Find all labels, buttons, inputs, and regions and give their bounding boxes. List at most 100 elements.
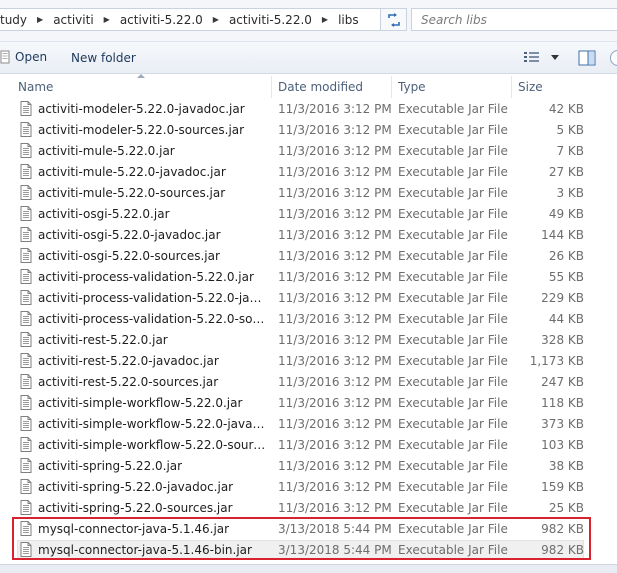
file-date-modified: 11/3/2016 3:12 PM — [278, 123, 392, 137]
column-header-name[interactable]: Name — [13, 74, 270, 98]
file-type: Executable Jar File — [398, 501, 508, 515]
breadcrumb-separator-icon[interactable]: ▶ — [102, 15, 112, 24]
jar-file-icon — [20, 416, 32, 434]
file-row[interactable]: activiti-mule-5.22.0-javadoc.jar 11/3/201… — [0, 161, 617, 182]
jar-file-icon — [20, 500, 32, 518]
file-date-modified: 11/3/2016 3:12 PM — [278, 102, 392, 116]
file-type: Executable Jar File — [398, 480, 508, 494]
file-row[interactable]: activiti-modeler-5.22.0-javadoc.jar 11/3/… — [0, 98, 617, 119]
breadcrumb-item[interactable]: libs — [330, 13, 367, 27]
file-date-modified: 11/3/2016 3:12 PM — [278, 270, 392, 284]
file-row[interactable]: activiti-osgi-5.22.0.jar 11/3/2016 3:12 P… — [0, 203, 617, 224]
file-size: 3 KB — [556, 186, 584, 200]
breadcrumb-separator-icon[interactable]: ▶ — [211, 15, 221, 24]
view-options-icon — [524, 52, 539, 62]
file-name: activiti-osgi-5.22.0-javadoc.jar — [38, 228, 221, 242]
jar-file-icon — [20, 353, 32, 371]
address-bar[interactable]: tudy ▶ activiti ▶ activiti-5.22.0 ▶ activiti-5… — [0, 8, 405, 31]
help-icon[interactable] — [610, 50, 617, 66]
change-view-button[interactable] — [523, 51, 559, 63]
file-row[interactable]: activiti-simple-workflow-5.22.0.jar 11/3/… — [0, 392, 617, 413]
jar-file-icon — [20, 437, 32, 455]
breadcrumb-label: activiti-5.22.0 — [228, 12, 312, 27]
file-date-modified: 11/3/2016 3:12 PM — [278, 396, 392, 410]
file-size: 44 KB — [548, 312, 584, 326]
open-button-label: Open — [15, 50, 48, 64]
file-name: activiti-osgi-5.22.0.jar — [38, 207, 170, 221]
jar-file-icon — [20, 101, 32, 119]
file-type: Executable Jar File — [398, 186, 508, 200]
file-name: activiti-process-validation-5.22.0-sourc… — [38, 312, 266, 326]
file-size: 49 KB — [548, 207, 584, 221]
column-header-size[interactable]: Size — [513, 74, 613, 98]
file-name: activiti-rest-5.22.0.jar — [38, 333, 168, 347]
file-name: activiti-osgi-5.22.0-sources.jar — [38, 249, 220, 263]
search-box[interactable] — [411, 8, 617, 31]
file-date-modified: 11/3/2016 3:12 PM — [278, 459, 392, 473]
file-size: 55 KB — [548, 270, 584, 284]
file-type: Executable Jar File — [398, 312, 508, 326]
file-row[interactable]: activiti-simple-workflow-5.22.0-javadoc.… — [0, 413, 617, 434]
column-divider[interactable] — [511, 76, 512, 98]
refresh-button[interactable] — [380, 8, 407, 31]
file-name: activiti-process-validation-5.22.0.jar — [38, 270, 254, 284]
jar-file-icon — [20, 185, 32, 203]
file-row[interactable]: activiti-spring-5.22.0-sources.jar 11/3/2… — [0, 497, 617, 518]
breadcrumb-item[interactable]: activiti-5.22.0 ▶ — [112, 13, 221, 27]
file-name: activiti-simple-workflow-5.22.0-sources.… — [38, 438, 266, 452]
breadcrumb-item[interactable]: tudy ▶ — [0, 13, 45, 27]
open-folder-icon — [0, 50, 10, 64]
file-date-modified: 11/3/2016 3:12 PM — [278, 480, 392, 494]
column-divider[interactable] — [271, 76, 272, 98]
open-button[interactable]: Open — [0, 50, 47, 64]
column-header-date[interactable]: Date modified — [273, 74, 391, 98]
file-row[interactable]: activiti-simple-workflow-5.22.0-sources.… — [0, 434, 617, 455]
breadcrumb-label: tudy — [0, 12, 28, 27]
file-row[interactable]: activiti-rest-5.22.0-javadoc.jar 11/3/201… — [0, 350, 617, 371]
breadcrumb-separator-icon[interactable]: ▶ — [320, 15, 330, 24]
new-folder-button[interactable]: New folder — [71, 51, 136, 65]
file-row[interactable]: activiti-rest-5.22.0-sources.jar 11/3/201… — [0, 371, 617, 392]
file-date-modified: 11/3/2016 3:12 PM — [278, 291, 392, 305]
breadcrumb-item[interactable]: activiti-5.22.0 ▶ — [221, 13, 330, 27]
file-row[interactable]: activiti-spring-5.22.0.jar 11/3/2016 3:12… — [0, 455, 617, 476]
file-date-modified: 11/3/2016 3:12 PM — [278, 375, 392, 389]
jar-file-icon — [20, 227, 32, 245]
file-size: 159 KB — [541, 480, 584, 494]
search-input[interactable] — [412, 9, 617, 30]
file-row[interactable]: activiti-process-validation-5.22.0-sourc… — [0, 308, 617, 329]
file-size: 118 KB — [541, 396, 584, 410]
file-size: 1,173 KB — [529, 354, 584, 368]
preview-pane-button[interactable] — [578, 50, 596, 69]
file-row[interactable]: activiti-osgi-5.22.0-sources.jar 11/3/201… — [0, 245, 617, 266]
file-size: 229 KB — [541, 291, 584, 305]
column-divider[interactable] — [391, 76, 392, 98]
file-size: 7 KB — [556, 144, 584, 158]
file-type: Executable Jar File — [398, 144, 508, 158]
file-row[interactable]: activiti-process-validation-5.22.0.jar 11… — [0, 266, 617, 287]
file-row[interactable]: activiti-mule-5.22.0-sources.jar 11/3/201… — [0, 182, 617, 203]
breadcrumb-item[interactable]: activiti ▶ — [45, 13, 112, 27]
file-row[interactable]: activiti-process-validation-5.22.0-javad… — [0, 287, 617, 308]
chevron-down-icon — [551, 54, 559, 60]
file-date-modified: 11/3/2016 3:12 PM — [278, 333, 392, 347]
file-size: 328 KB — [541, 333, 584, 347]
column-header-type[interactable]: Type — [393, 74, 511, 98]
file-row[interactable]: activiti-osgi-5.22.0-javadoc.jar 11/3/201… — [0, 224, 617, 245]
file-name: activiti-process-validation-5.22.0-javad… — [38, 291, 266, 305]
file-row[interactable]: activiti-rest-5.22.0.jar 11/3/2016 3:12 P… — [0, 329, 617, 350]
file-row[interactable]: activiti-spring-5.22.0-javadoc.jar 11/3/2… — [0, 476, 617, 497]
file-name: activiti-modeler-5.22.0-sources.jar — [38, 123, 245, 137]
highlight-box — [12, 517, 591, 560]
jar-file-icon — [20, 311, 32, 329]
file-name: activiti-rest-5.22.0-sources.jar — [38, 375, 219, 389]
file-date-modified: 11/3/2016 3:12 PM — [278, 501, 392, 515]
file-row[interactable]: activiti-modeler-5.22.0-sources.jar 11/3/… — [0, 119, 617, 140]
file-date-modified: 11/3/2016 3:12 PM — [278, 249, 392, 263]
file-name: activiti-rest-5.22.0-javadoc.jar — [38, 354, 219, 368]
jar-file-icon — [20, 479, 32, 497]
file-row[interactable]: activiti-mule-5.22.0.jar 11/3/2016 3:12 P… — [0, 140, 617, 161]
file-name: activiti-spring-5.22.0-sources.jar — [38, 501, 233, 515]
breadcrumb-separator-icon[interactable]: ▶ — [35, 15, 45, 24]
jar-file-icon — [20, 248, 32, 266]
